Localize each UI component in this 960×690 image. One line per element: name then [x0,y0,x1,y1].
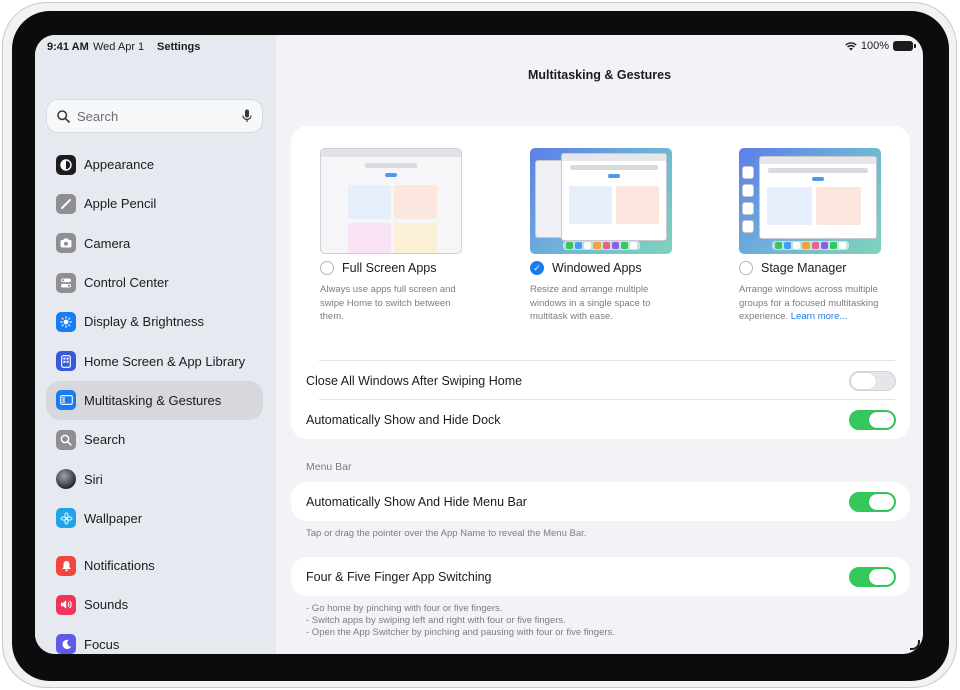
status-app-name: Settings [157,41,201,53]
four-five-finger-row: Four & Five Finger App Switching [306,557,896,596]
battery-icon [893,41,916,51]
status-right: 100% [845,40,916,52]
option-label: Windowed Apps [552,261,642,275]
sidebar-item-label: Home Screen & App Library [84,353,246,369]
search-icon [56,429,76,450]
sidebar-item-label: Focus [84,636,120,652]
learn-more-link[interactable]: Learn more... [791,311,848,322]
sidebar-item-control-center[interactable]: Control Center [46,263,263,302]
row-label: Four & Five Finger App Switching [306,569,492,584]
gesture-notes: - Go home by pinching with four or five … [306,603,615,639]
sidebar-item-sounds[interactable]: Sounds [46,585,263,624]
sidebar-item-home-screen[interactable]: Home Screen & App Library [46,341,263,380]
menu-bar-footnote: Tap or drag the pointer over the App Nam… [306,528,587,539]
row-label: Automatically Show And Hide Menu Bar [306,494,527,509]
sidebar-item-label: Notifications [84,558,155,574]
finger-switching-card: Four & Five Finger App Switching [291,557,910,596]
gesture-note: - Switch apps by swiping left and right … [306,615,566,626]
windowed-apps-radio-checked[interactable]: ✓ [530,261,544,275]
close-all-windows-toggle[interactable] [849,370,896,391]
multitasking-card: Full Screen Apps Always use apps full sc… [291,126,910,439]
full-screen-apps-preview [320,148,462,254]
search-icon [57,109,70,123]
sidebar-item-label: Search [84,432,126,448]
sidebar-item-search[interactable]: Search [46,420,263,459]
menu-bar-section-header: Menu Bar [306,461,352,473]
sidebar-item-notifications[interactable]: Notifications [46,546,263,585]
sidebar: Search Appearance Apple Pencil Camera Co… [35,35,276,654]
windowed-apps-preview [530,148,672,254]
preview-dock [563,241,640,250]
gesture-note: - Go home by pinching with four or five … [306,603,503,614]
sidebar-item-label: Multitasking & Gestures [84,392,222,408]
appearance-icon [56,154,76,175]
status-date: Wed Apr 1 [93,41,145,53]
bell-icon [56,555,76,576]
sidebar-item-apple-pencil[interactable]: Apple Pencil [46,184,263,223]
battery-percent: 100% [860,40,889,52]
sidebar-item-multitasking-gestures[interactable]: Multitasking & Gestures [46,380,263,421]
gesture-note: - Open the App Switcher by pinching and … [306,627,615,638]
screen: 9:41 AM Wed Apr 1 Settings 100% Search A… [35,35,923,654]
sidebar-item-appearance[interactable]: Appearance [46,145,263,184]
control-center-icon [56,272,76,293]
option-description: Arrange windows across multiple groups f… [739,283,881,324]
menu-bar-card: Automatically Show And Hide Menu Bar [291,482,910,521]
close-all-windows-row: Close All Windows After Swiping Home [306,361,896,400]
sidebar-item-label: Siri [84,471,103,487]
sidebar-item-label: Display & Brightness [84,314,204,330]
status-bar: 9:41 AM Wed Apr 1 Settings 100% [35,35,923,59]
main-panel: Multitasking & Gestures Full Screen Apps [276,35,923,654]
option-full-screen-apps[interactable]: Full Screen Apps Always use apps full sc… [320,148,462,324]
stage-manager-radio[interactable] [739,261,753,275]
sidebar-item-camera[interactable]: Camera [46,224,263,263]
wifi-icon [845,41,857,50]
pencil-icon [56,193,76,214]
sidebar-item-label: Appearance [84,157,155,173]
show-hide-menu-bar-toggle[interactable] [849,491,896,512]
status-time: 9:41 AM [47,41,89,53]
preview-dock [772,241,849,250]
sidebar-item-display-brightness[interactable]: Display & Brightness [46,302,263,341]
speaker-icon [56,594,76,615]
sidebar-item-label: Control Center [84,275,169,291]
option-windowed-apps[interactable]: ✓ Windowed Apps Resize and arrange multi… [530,148,672,324]
sidebar-item-wallpaper[interactable]: Wallpaper [46,499,263,538]
stage-manager-preview [739,148,881,254]
camera-icon [56,233,76,254]
sidebar-item-label: Wallpaper [84,510,143,526]
sidebar-item-focus[interactable]: Focus [46,625,263,654]
row-label: Automatically Show and Hide Dock [306,412,501,427]
sidebar-search-field[interactable]: Search [46,99,263,133]
full-screen-apps-radio[interactable] [320,261,334,275]
option-stage-manager[interactable]: Stage Manager Arrange windows across mul… [739,148,881,324]
show-hide-dock-toggle[interactable] [849,409,896,430]
home-screen-icon [56,351,76,372]
wallpaper-icon [56,508,76,529]
sun-icon [56,311,76,332]
search-placeholder: Search [77,108,119,124]
show-hide-dock-row: Automatically Show and Hide Dock [306,400,896,439]
option-label: Full Screen Apps [342,261,437,275]
settings-menu: Appearance Apple Pencil Camera Control C… [46,145,263,654]
option-description: Resize and arrange multiple windows in a… [530,284,651,323]
option-description: Always use apps full screen and swipe Ho… [320,284,456,323]
four-five-finger-toggle[interactable] [849,566,896,587]
microphone-icon[interactable] [242,109,252,123]
sidebar-item-label: Camera [84,235,131,251]
sidebar-item-siri[interactable]: Siri [46,459,263,498]
moon-icon [56,634,76,654]
siri-icon [56,469,76,490]
corner-indicator [910,640,920,650]
sidebar-item-label: Sounds [84,597,129,613]
row-label: Close All Windows After Swiping Home [306,373,523,388]
multitasking-icon [56,390,76,411]
sidebar-item-label: Apple Pencil [84,196,157,212]
page-title: Multitasking & Gestures [527,68,672,82]
show-hide-menu-bar-row: Automatically Show And Hide Menu Bar [306,482,896,521]
option-label: Stage Manager [761,261,847,275]
